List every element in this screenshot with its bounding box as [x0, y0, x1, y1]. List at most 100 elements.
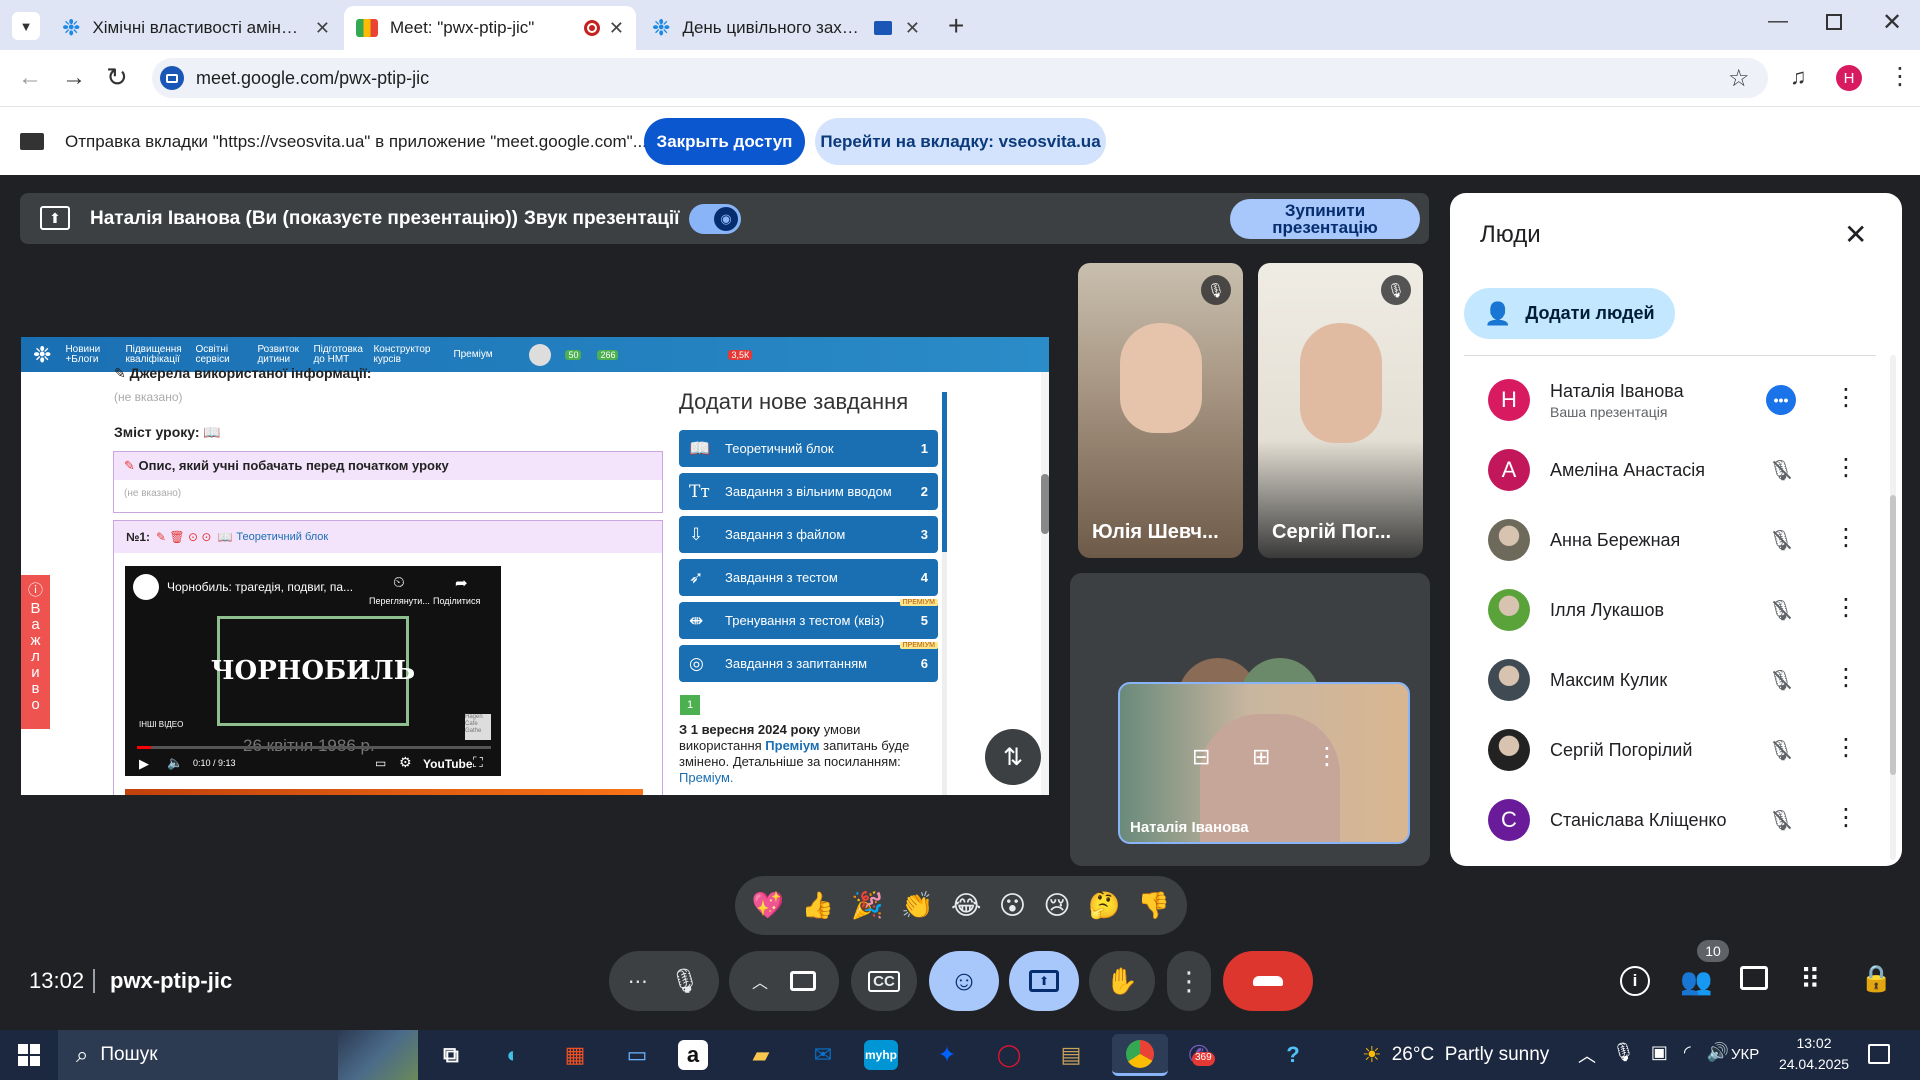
volume-icon[interactable]: 🔈 [167, 755, 183, 771]
reaction-emoji[interactable]: 💖 [752, 890, 784, 921]
more-options-icon[interactable]: ⋮ [1834, 803, 1858, 832]
meeting-info-button[interactable]: i [1620, 966, 1650, 996]
myhp-icon[interactable]: myhp [864, 1040, 898, 1070]
swap-arrows-button[interactable]: ⇅ [985, 729, 1041, 785]
host-controls-button[interactable]: 🔒 [1860, 963, 1892, 994]
volume-icon[interactable]: 🔊 [1707, 1042, 1729, 1068]
file-explorer-icon[interactable]: ▰ [740, 1034, 782, 1076]
participant-row[interactable]: Анна Бережная 🎙 ⋮ [1488, 505, 1868, 575]
close-tab-icon[interactable]: ✕ [609, 18, 624, 39]
more-options-icon[interactable]: ⋮ [1834, 593, 1858, 622]
more-options-icon[interactable]: ⋮ [1834, 523, 1858, 552]
start-button[interactable] [18, 1044, 40, 1066]
wifi-icon[interactable]: ◜ [1684, 1042, 1691, 1068]
stop-sharing-button[interactable]: Закрыть доступ [644, 118, 805, 165]
chat-button[interactable] [1740, 966, 1768, 990]
more-options-icon[interactable]: ⋮ [1834, 453, 1858, 482]
stop-presenting-button[interactable]: Зупинити презентацію [1230, 199, 1420, 239]
bookmark-star-icon[interactable]: ☆ [1728, 64, 1750, 93]
reaction-emoji[interactable]: 👎 [1138, 890, 1170, 921]
task-view-icon[interactable]: ⧉ [430, 1034, 472, 1076]
chevron-up-icon[interactable]: ︿ [752, 969, 768, 993]
camera-control[interactable]: ︿ [729, 951, 839, 1011]
reactions-button[interactable]: ☺ [929, 951, 999, 1011]
tab-chemistry[interactable]: ❉ Хімічні властивості аміноетано ✕ [50, 6, 342, 50]
more-options-icon[interactable]: ⋮ [1834, 663, 1858, 692]
chrome-icon[interactable] [1112, 1034, 1168, 1076]
important-side-tab[interactable]: ⓘ Важливо [21, 575, 50, 729]
captions-button[interactable]: CC [851, 951, 917, 1011]
more-options-icon[interactable]: ⋮ [1834, 733, 1858, 762]
screen-icon[interactable]: ▣ [1651, 1042, 1668, 1068]
settings-icon[interactable]: ⚙ [399, 754, 412, 771]
media-control-icon[interactable]: ♫ [1790, 64, 1807, 90]
captions-icon[interactable]: ▭ [375, 756, 386, 770]
tab-meet[interactable]: Meet: "pwx-ptip-jic" ✕ [344, 6, 636, 50]
task-theory[interactable]: 📖 Теоретичний блок 1 [679, 430, 938, 467]
video-progress-bar[interactable] [137, 746, 491, 749]
mic-control[interactable]: ⋯ 🎙 [609, 951, 719, 1011]
reaction-emoji[interactable]: 😮 [999, 890, 1026, 921]
site-info-icon[interactable] [160, 66, 184, 90]
go-to-tab-button[interactable]: Перейти на вкладку: vseosvita.ua [815, 118, 1106, 165]
share-icon[interactable]: ➦ [455, 574, 468, 592]
amazon-icon[interactable]: a [678, 1040, 708, 1070]
page-scrollbar[interactable] [1041, 372, 1049, 795]
close-panel-button[interactable]: ✕ [1844, 218, 1867, 251]
minimize-button[interactable]: — [1768, 10, 1788, 33]
weather-widget[interactable]: ☀ 26°C Partly sunny [1362, 1030, 1549, 1080]
reload-button[interactable]: ↻ [106, 62, 128, 93]
self-view-tile[interactable]: ⊟ ⊞ ⋮ Наталія Іванова [1118, 682, 1410, 844]
tab-civil-defense[interactable]: ❉ День цивільного захисту | ✕ [640, 6, 932, 50]
chevron-up-icon[interactable]: ︿ [1578, 1042, 1596, 1068]
more-options-icon[interactable]: ⋮ [1834, 383, 1858, 412]
present-button[interactable]: ⬆ [1009, 951, 1079, 1011]
participant-row[interactable]: Ілля Лукашов 🎙 ⋮ [1488, 575, 1868, 645]
camera-icon[interactable] [790, 971, 816, 991]
reaction-emoji[interactable]: 😢 [1043, 890, 1070, 921]
more-audio-icon[interactable]: ⋯ [628, 969, 648, 994]
participant-row[interactable]: А Амеліна Анастасія 🎙 ⋮ [1488, 435, 1868, 505]
desktop-app-icon[interactable]: ▭ [616, 1034, 658, 1076]
forward-button[interactable]: → [62, 64, 86, 92]
reaction-emoji[interactable]: 🤔 [1088, 890, 1120, 921]
participant-tile-serhii[interactable]: 🎙 Сергій Пог... [1258, 263, 1423, 558]
task-quiz[interactable]: ⇼ Тренування з тестом (квіз) 5 ПРЕМІУМ [679, 599, 938, 639]
new-tab-button[interactable]: + [948, 10, 964, 42]
microphone-icon[interactable]: 🎙 [670, 967, 700, 996]
presentation-sound-toggle[interactable]: ◉ [689, 204, 741, 234]
people-list-scrollbar[interactable] [1890, 355, 1896, 860]
participant-row[interactable]: С Станіслава Кліщенко 🎙 ⋮ [1488, 785, 1868, 855]
winrar-icon[interactable]: ▤ [1050, 1034, 1092, 1076]
restore-button[interactable] [1826, 14, 1842, 30]
watch-later-icon[interactable]: ⏲ [393, 574, 405, 591]
layout-icon[interactable]: ⊟ [1192, 744, 1210, 770]
reaction-emoji[interactable]: 👍 [802, 890, 834, 921]
reaction-emoji[interactable]: 🎉 [851, 890, 883, 921]
help-icon[interactable]: ? [1272, 1034, 1314, 1076]
notifications-icon[interactable] [1868, 1044, 1890, 1064]
block-tools-icons[interactable]: ✎ 🗑 ⊙ ⊙ [156, 530, 211, 544]
activities-button[interactable]: ⠿ [1800, 963, 1821, 996]
profile-avatar[interactable]: Н [1836, 65, 1862, 91]
task-file[interactable]: ⇩ Завдання з файлом 3 [679, 516, 938, 553]
task-question[interactable]: ◎ Завдання з запитанням 6 ПРЕМІУМ [679, 642, 938, 682]
frame-icon[interactable]: ⊞ [1252, 744, 1270, 770]
close-window-button[interactable]: ✕ [1882, 8, 1902, 37]
more-options-button[interactable]: ⋮ [1167, 951, 1211, 1011]
task-test[interactable]: ➶ Завдання з тестом 4 [679, 559, 938, 596]
people-button[interactable]: 👥 [1680, 966, 1712, 997]
store-icon[interactable]: ▦ [554, 1034, 596, 1076]
play-icon[interactable]: ▶ [139, 756, 149, 772]
premium-link[interactable]: Преміум. [679, 770, 734, 785]
fullscreen-icon[interactable]: ⛶ [473, 754, 483, 771]
taskbar-search[interactable]: ⌕ Пошук [58, 1030, 418, 1080]
participant-row[interactable]: Сергій Погорілий 🎙 ⋮ [1488, 715, 1868, 785]
dropbox-icon[interactable]: ✦ [926, 1034, 968, 1076]
leave-call-button[interactable] [1223, 951, 1313, 1011]
youtube-embed[interactable]: Чорнобиль: трагедія, подвиг, па... ⏲ Пер… [125, 566, 501, 776]
add-people-button[interactable]: 👤 Додати людей [1464, 288, 1675, 339]
more-options-icon[interactable]: ⋮ [1315, 742, 1339, 771]
raise-hand-button[interactable]: ✋ [1089, 951, 1155, 1011]
opera-icon[interactable]: ◯ [988, 1034, 1030, 1076]
